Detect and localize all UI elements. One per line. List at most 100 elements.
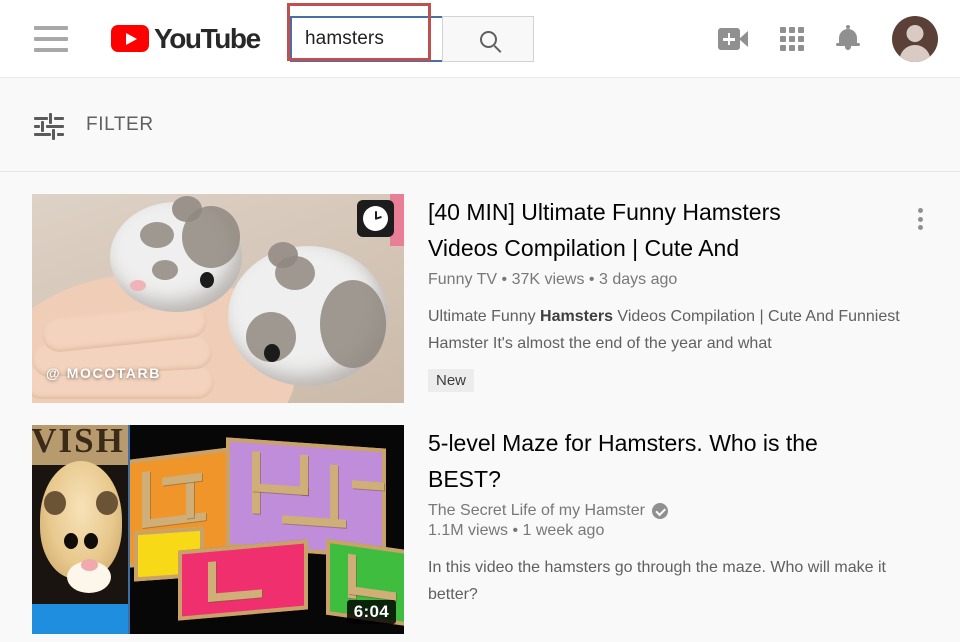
- tune-bar: [57, 132, 64, 136]
- search-button[interactable]: [442, 16, 534, 62]
- description-pre: In this video the hamsters go through th…: [428, 559, 886, 603]
- grid-cell: [780, 45, 786, 51]
- video-description: Ultimate Funny Hamsters Videos Compilati…: [428, 303, 933, 357]
- fur-patch: [182, 206, 240, 268]
- kebab-dot: [917, 225, 923, 230]
- grid-cell: [798, 36, 804, 42]
- video-duration-badge: 6:04: [346, 600, 396, 624]
- hamster-eye: [84, 533, 98, 549]
- tune-bar: [34, 124, 40, 128]
- thumbnail-bottom-bar: [32, 604, 128, 634]
- video-channel: The Secret Life of my Hamster: [428, 502, 940, 520]
- thumbnail-watermark: @ MOCOTARB: [46, 365, 161, 381]
- avatar[interactable]: [892, 16, 938, 62]
- fur-patch: [152, 260, 178, 280]
- kebab-dot: [917, 208, 923, 213]
- grid-cell: [789, 27, 795, 33]
- hamburger-bar: [34, 47, 68, 52]
- description-highlight: Hamsters: [540, 308, 613, 325]
- play-triangle-icon: [126, 32, 137, 45]
- fur-patch: [140, 222, 174, 248]
- camera-lens: [739, 31, 748, 47]
- bell-clapper: [845, 46, 851, 50]
- search-bar: hamsters: [290, 16, 534, 62]
- youtube-logo[interactable]: YouTube: [111, 22, 261, 55]
- bell-glyph: [836, 25, 860, 52]
- video-title[interactable]: 5-level Maze for Hamsters. Who is the BE…: [428, 425, 848, 497]
- video-thumbnail-image: VISH 6:04: [32, 425, 404, 634]
- search-result-item: VISH 6:04 5-level Maze for Hamsters. Who…: [32, 425, 960, 634]
- hamster-nose: [81, 559, 98, 571]
- grid-cell: [780, 27, 786, 33]
- bell-icon[interactable]: [836, 25, 860, 52]
- video-thumbnail-link[interactable]: VISH 6:04: [32, 425, 404, 634]
- video-channel-name[interactable]: The Secret Life of my Hamster: [428, 502, 645, 520]
- youtube-logo-text: YouTube: [154, 22, 261, 54]
- avatar-head: [906, 25, 924, 42]
- watch-later-clock-icon[interactable]: [357, 200, 394, 237]
- video-camera-add-icon[interactable]: [718, 28, 748, 50]
- hamster-eye: [64, 533, 78, 549]
- apps-grid-icon[interactable]: [780, 27, 804, 51]
- tune-knob: [41, 120, 44, 132]
- hamburger-menu-icon[interactable]: [34, 25, 68, 52]
- search-input-value: hamsters: [305, 28, 384, 49]
- search-input[interactable]: hamsters: [290, 16, 442, 62]
- camera-plus-v: [727, 33, 731, 46]
- avatar-body: [899, 45, 931, 62]
- more-options-kebab-icon[interactable]: [908, 204, 932, 234]
- video-meta: 1.1M views • 1 week ago: [428, 522, 605, 539]
- hamster-nose: [130, 280, 146, 291]
- video-description: In this video the hamsters go through th…: [428, 554, 933, 608]
- tune-knob: [52, 128, 55, 140]
- filter-label: FILTER: [86, 113, 154, 135]
- video-thumbnail-image: @ MOCOTARB: [32, 194, 404, 403]
- thumbnail-banner-text: VISH: [32, 425, 125, 460]
- video-meta: Funny TV • 37K views • 3 days ago: [428, 271, 940, 289]
- maze-wall: [352, 480, 384, 491]
- grid-cell: [780, 36, 786, 42]
- maze-wall: [142, 471, 150, 527]
- grid-cell: [789, 36, 795, 42]
- grid-glyph: [780, 27, 804, 51]
- search-icon: [479, 30, 497, 48]
- maze-wall: [330, 464, 338, 522]
- hamster-eye: [264, 344, 280, 362]
- search-result-item: @ MOCOTARB [40 MIN] Ultimate Funny Hamst…: [32, 194, 960, 403]
- tune-bar: [46, 124, 64, 128]
- tune-bar: [34, 116, 48, 120]
- video-meta-text: Funny TV • 37K views • 3 days ago: [428, 271, 678, 288]
- tune-bar: [34, 132, 51, 136]
- maze-wall: [208, 589, 262, 603]
- maze-wall: [300, 454, 308, 496]
- search-results-list: @ MOCOTARB [40 MIN] Ultimate Funny Hamst…: [0, 194, 960, 634]
- clock-face: [363, 206, 388, 231]
- video-info: [40 MIN] Ultimate Funny Hamsters Videos …: [404, 194, 960, 403]
- grid-cell: [789, 45, 795, 51]
- tune-filter-icon: [34, 112, 64, 140]
- tune-knob: [49, 112, 52, 124]
- video-title[interactable]: [40 MIN] Ultimate Funny Hamsters Videos …: [428, 194, 848, 266]
- hamster-ear: [44, 491, 66, 515]
- play-button-icon: [111, 25, 149, 52]
- fur-patch: [275, 256, 315, 290]
- description-pre: Ultimate Funny: [428, 308, 541, 325]
- maze-wall: [162, 472, 202, 486]
- thumbnail-left-panel: VISH: [32, 425, 130, 634]
- grid-cell: [798, 27, 804, 33]
- filter-bar: FILTER: [0, 78, 960, 172]
- hamburger-bar: [34, 36, 68, 41]
- video-info: 5-level Maze for Hamsters. Who is the BE…: [404, 425, 960, 634]
- camera-glyph: [718, 28, 748, 50]
- hamster-eye: [200, 272, 214, 288]
- new-badge: New: [428, 369, 475, 392]
- hamster-ear: [96, 491, 118, 515]
- app-header: YouTube hamsters: [0, 0, 960, 78]
- kebab-dot: [917, 216, 923, 222]
- fur-patch: [320, 280, 386, 368]
- maze-box-pink: [178, 539, 308, 621]
- video-thumbnail-link[interactable]: @ MOCOTARB: [32, 194, 404, 403]
- grid-cell: [798, 45, 804, 51]
- tune-bar: [54, 116, 64, 120]
- filter-button[interactable]: FILTER: [34, 112, 154, 140]
